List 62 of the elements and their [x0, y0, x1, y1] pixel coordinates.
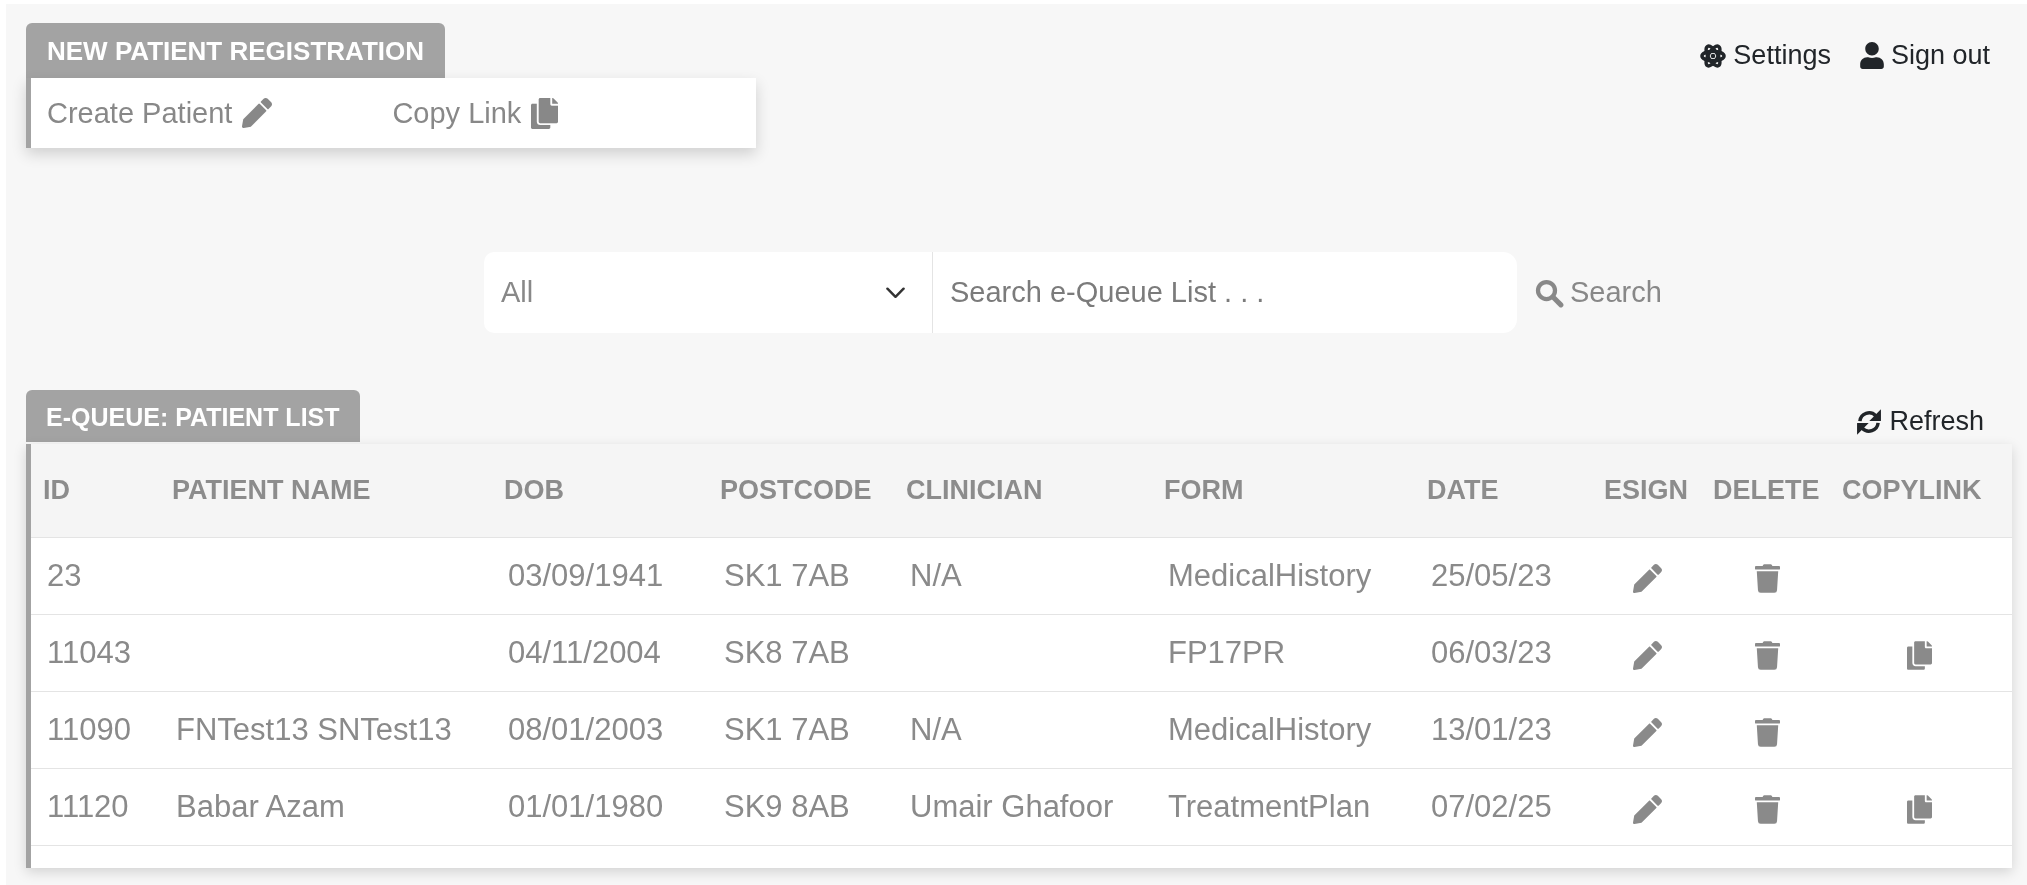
- trash-icon[interactable]: [1755, 717, 1780, 747]
- search-button[interactable]: Search: [1534, 276, 1662, 309]
- trash-icon[interactable]: [1755, 794, 1780, 824]
- section-header: NEW PATIENT REGISTRATION: [26, 23, 445, 78]
- table-cell-text: FNTest13 SNTest13: [175, 712, 453, 748]
- sign-out-link[interactable]: Sign out: [1859, 40, 1990, 71]
- trash-icon[interactable]: [1755, 563, 1780, 593]
- column-header: DATE: [1427, 475, 1500, 506]
- section-header: E-QUEUE: PATIENT LIST: [26, 390, 360, 442]
- chevron-down-icon: [886, 286, 905, 299]
- pencil-icon[interactable]: [1633, 563, 1662, 593]
- copy-link-button[interactable]: Copy Link: [392, 96, 559, 130]
- table-cell-text: Babar Azam: [175, 789, 346, 825]
- column-header: CLINICIAN: [906, 475, 1044, 506]
- column-header: COPYLINK: [1842, 475, 1983, 506]
- table-cell-text: SK8 7AB: [723, 635, 851, 671]
- table-cell-text: SK1 7AB: [723, 712, 851, 748]
- trash-icon[interactable]: [1755, 640, 1780, 670]
- table-cell-text: MedicalHistory: [1167, 712, 1373, 748]
- table-cell-text: 13/01/23: [1430, 712, 1553, 748]
- search-field[interactable]: Search e-Queue List . . .: [933, 252, 1517, 333]
- table-cell-text: 06/03/23: [1430, 635, 1553, 671]
- table-cell-text: N/A: [909, 558, 963, 594]
- table-cell-text: SK1 7AB: [723, 558, 851, 594]
- column-header: PATIENT NAME: [172, 475, 372, 506]
- table-cell-text: 08/01/2003: [507, 712, 665, 748]
- table-cell-text: FP17PR: [1167, 635, 1287, 671]
- user-icon: [1859, 42, 1884, 69]
- pencil-icon[interactable]: [1633, 640, 1662, 670]
- pencil-icon: [242, 98, 273, 128]
- table-cell-text: 01/01/1980: [507, 789, 665, 825]
- copy-icon[interactable]: [1907, 640, 1932, 670]
- table-cell-text: Umair Ghafoor: [909, 789, 1115, 825]
- column-header: DOB: [504, 475, 565, 506]
- copy-icon: [531, 97, 559, 129]
- table-cell-text: 25/05/23: [1430, 558, 1553, 594]
- column-header: FORM: [1164, 475, 1245, 506]
- column-header: ESIGN: [1604, 475, 1690, 506]
- refresh-button[interactable]: Refresh: [1850, 394, 1990, 438]
- create-patient-link[interactable]: Create Patient: [47, 96, 273, 130]
- table-cell-text: 07/02/25: [1430, 789, 1553, 825]
- table-cell-text: 11120: [46, 789, 130, 825]
- column-header: POSTCODE: [720, 475, 873, 506]
- table-cell-text: 11090: [46, 712, 132, 748]
- table-cell-text: N/A: [909, 712, 963, 748]
- table-cell-text: 23: [46, 558, 83, 594]
- pencil-icon[interactable]: [1633, 717, 1662, 747]
- column-header: DELETE: [1713, 475, 1821, 506]
- table-cell-text: SK9 8AB: [723, 789, 851, 825]
- filter-dropdown[interactable]: All: [484, 252, 933, 333]
- settings-link[interactable]: Settings: [1700, 40, 1831, 71]
- search-icon: [1534, 277, 1564, 308]
- settings-icon: [1700, 42, 1727, 69]
- table-cell-text: MedicalHistory: [1167, 558, 1373, 594]
- copy-icon[interactable]: [1907, 794, 1932, 824]
- table-cell-text: 04/11/2004: [507, 635, 662, 671]
- column-header: ID: [43, 475, 71, 506]
- table-cell-text: 11043: [46, 635, 132, 671]
- refresh-icon: [1856, 408, 1883, 435]
- table-cell-text: TreatmentPlan: [1167, 789, 1372, 825]
- pencil-icon[interactable]: [1633, 794, 1662, 824]
- table-cell-text: 03/09/1941: [507, 558, 665, 594]
